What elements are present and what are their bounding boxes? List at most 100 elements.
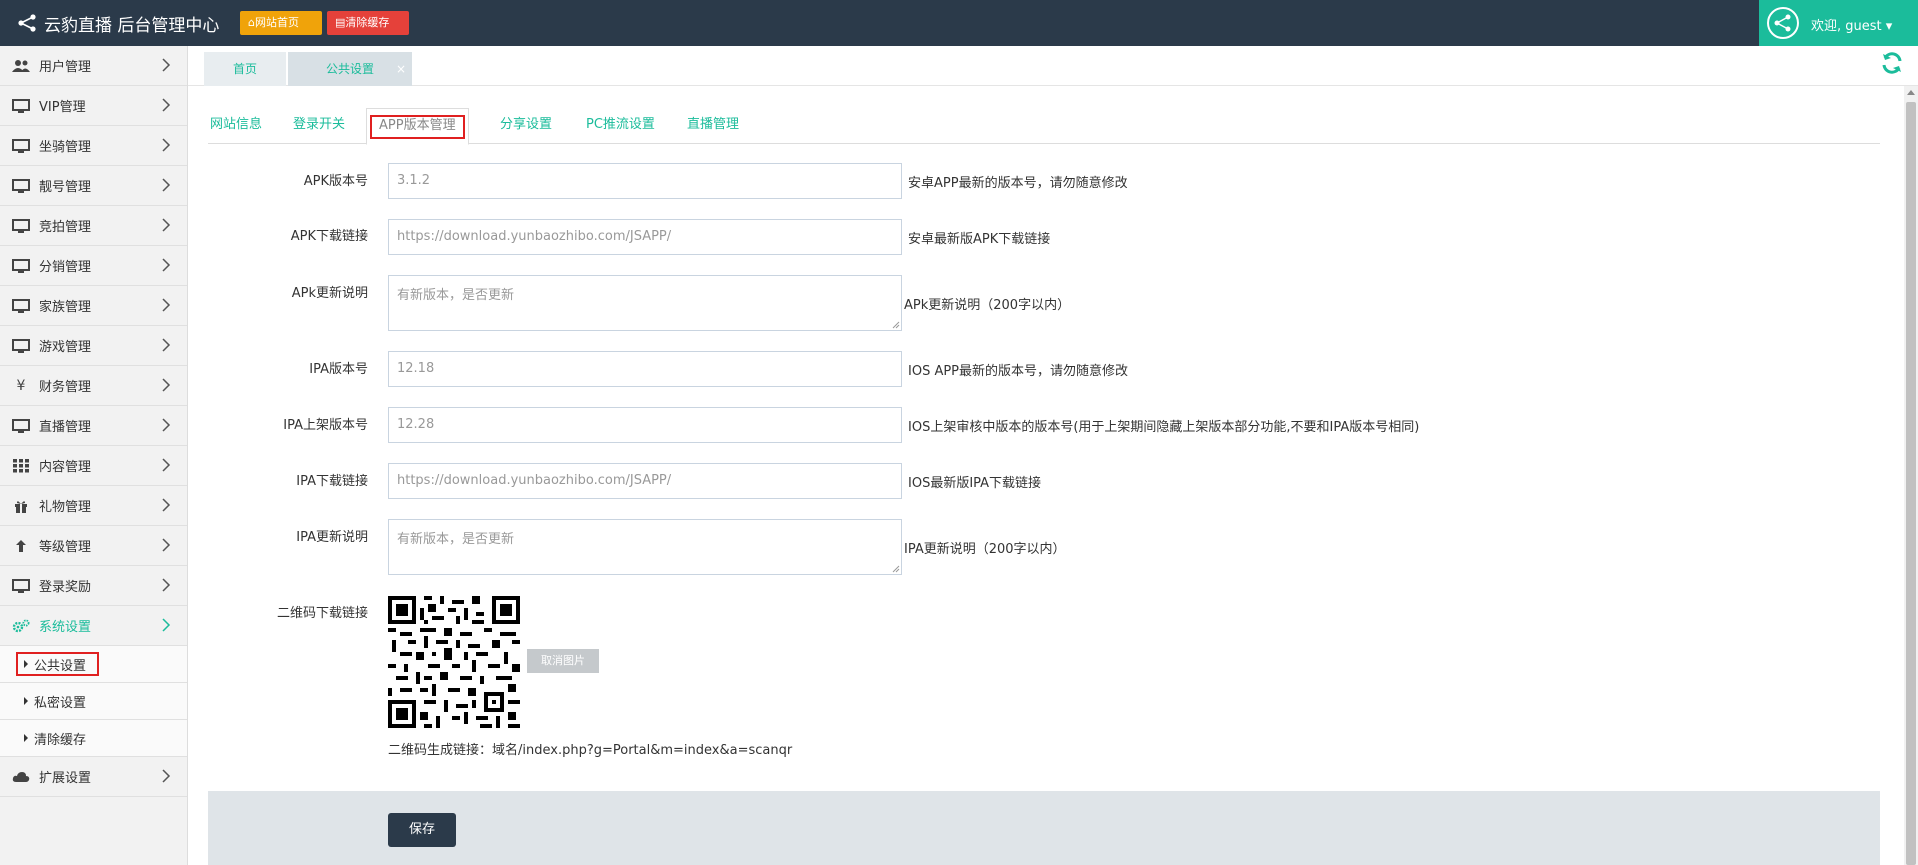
subtab-site-info[interactable]: 网站信息	[210, 108, 262, 144]
sidebar-item-label: 登录奖励	[39, 580, 92, 595]
monitor-icon	[11, 178, 31, 194]
ipa-version-input[interactable]: 12.18	[388, 351, 902, 387]
chevron-right-icon	[162, 258, 171, 272]
sidebar-item-system-settings[interactable]: 系统设置	[0, 606, 187, 646]
sidebar-item-finance[interactable]: ¥ 财务管理	[0, 366, 187, 406]
subtab-app-version[interactable]: APP版本管理	[366, 108, 469, 145]
chevron-right-icon	[162, 338, 171, 352]
ipa-download-hint: IOS最新版IPA下载链接	[908, 476, 1042, 491]
apk-version-label: APK版本号	[303, 174, 368, 189]
ipa-review-version-hint: IOS上架审核中版本的版本号(用于上架期间隐藏上架版本部分功能,不要和IPA版本…	[908, 420, 1420, 435]
sidebar-item-games[interactable]: 游戏管理	[0, 326, 187, 366]
sidebar-item-label: 靓号管理	[39, 180, 92, 195]
chevron-right-icon	[162, 578, 171, 592]
ipa-download-input[interactable]: https://download.yunbaozhibo.com/JSAPP/	[388, 463, 902, 499]
apk-notes-hint: APk更新说明（200字以内）	[904, 298, 1071, 313]
subtab-live-management[interactable]: 直播管理	[687, 108, 739, 144]
apk-notes-text: 有新版本，是否更新	[397, 288, 515, 303]
apk-notes-textarea[interactable]: 有新版本，是否更新	[388, 275, 902, 331]
sidebar: 用户管理 VIP管理 坐骑管理 靓号管理 竞拍管理 分销管理 家族管理 游戏管理…	[0, 46, 188, 865]
clear-cache-label: 清除缓存	[345, 16, 390, 29]
sidebar-item-label: 等级管理	[39, 540, 92, 555]
monitor-icon	[11, 98, 31, 114]
sidebar-subitem-public-settings[interactable]: 公共设置	[0, 646, 187, 683]
user-menu[interactable]: 欢迎, guest ▾	[1759, 0, 1918, 46]
monitor-icon	[11, 578, 31, 594]
chevron-right-icon	[162, 538, 171, 552]
app-title: 云豹直播 后台管理中心	[44, 15, 220, 36]
sidebar-item-login-rewards[interactable]: 登录奖励	[0, 566, 187, 606]
tab-home[interactable]: 首页	[204, 52, 286, 86]
chevron-right-icon	[162, 58, 171, 72]
sidebar-item-vanity-ids[interactable]: 靓号管理	[0, 166, 187, 206]
scroll-up-arrow-icon[interactable]	[1907, 90, 1915, 95]
tab-public-settings[interactable]: 公共设置 ×	[288, 52, 412, 86]
sidebar-item-live[interactable]: 直播管理	[0, 406, 187, 446]
sidebar-item-label: 竞拍管理	[39, 220, 92, 235]
ipa-notes-textarea[interactable]: 有新版本，是否更新	[388, 519, 902, 575]
form-actions-bar: 保存	[208, 791, 1880, 865]
ipa-download-label: IPA下载链接	[296, 474, 368, 489]
chevron-right-icon	[162, 418, 171, 432]
sidebar-item-levels[interactable]: 等级管理	[0, 526, 187, 566]
monitor-icon	[11, 218, 31, 234]
sidebar-item-label: 坐骑管理	[39, 140, 92, 155]
clear-cache-button[interactable]: ▤清除缓存	[327, 11, 409, 35]
refresh-icon[interactable]	[1880, 51, 1904, 75]
ipa-review-version-input[interactable]: 12.28	[388, 407, 902, 443]
ipa-version-label: IPA版本号	[309, 362, 368, 377]
settings-sub-tabs: 网站信息 登录开关 APP版本管理 分享设置 PC推流设置 直播管理	[208, 108, 1880, 145]
ipa-notes-label: IPA更新说明	[296, 530, 368, 545]
monitor-icon	[11, 418, 31, 434]
chevron-right-icon	[162, 458, 171, 472]
sidebar-item-vip[interactable]: VIP管理	[0, 86, 187, 126]
sidebar-item-label: 礼物管理	[39, 500, 92, 515]
sidebar-item-users[interactable]: 用户管理	[0, 46, 187, 86]
sidebar-item-auctions[interactable]: 竞拍管理	[0, 206, 187, 246]
sidebar-item-gifts[interactable]: 礼物管理	[0, 486, 187, 526]
sidebar-item-extension-settings[interactable]: 扩展设置	[0, 757, 187, 797]
sidebar-item-content[interactable]: 内容管理	[0, 446, 187, 486]
sidebar-subitem-private-settings[interactable]: 私密设置	[0, 683, 187, 720]
resize-grip-icon[interactable]	[892, 565, 900, 573]
sidebar-subitem-clear-cache[interactable]: 清除缓存	[0, 720, 187, 757]
monitor-icon	[11, 138, 31, 154]
close-icon[interactable]: ×	[396, 52, 406, 86]
cancel-image-button[interactable]: 取消图片	[527, 649, 599, 673]
subtab-share-settings[interactable]: 分享设置	[500, 108, 552, 144]
scrollbar-thumb[interactable]	[1906, 102, 1916, 865]
website-home-button[interactable]: ⌂网站首页	[240, 11, 322, 35]
sidebar-item-label: 内容管理	[39, 460, 92, 475]
apk-notes-label: APk更新说明	[291, 286, 368, 301]
top-header: 云豹直播 后台管理中心 ⌂网站首页 ▤清除缓存 欢迎, guest ▾	[0, 0, 1918, 46]
vertical-scrollbar[interactable]	[1904, 86, 1918, 865]
caret-right-icon	[24, 697, 28, 705]
avatar-icon	[1767, 7, 1799, 39]
sidebar-item-label: 直播管理	[39, 420, 92, 435]
level-up-icon	[11, 538, 31, 554]
chevron-right-icon	[162, 618, 171, 632]
apk-version-hint: 安卓APP最新的版本号，请勿随意修改	[908, 176, 1128, 191]
cogs-icon	[11, 618, 31, 634]
sidebar-item-families[interactable]: 家族管理	[0, 286, 187, 326]
qr-label: 二维码下载链接	[276, 606, 368, 621]
sidebar-item-label: 财务管理	[39, 380, 92, 395]
qr-code-image	[388, 596, 520, 728]
app-logo: 云豹直播 后台管理中心	[16, 10, 219, 36]
highlight-box	[16, 652, 99, 676]
sidebar-item-mounts[interactable]: 坐骑管理	[0, 126, 187, 166]
sidebar-item-distribution[interactable]: 分销管理	[0, 246, 187, 286]
monitor-icon	[11, 338, 31, 354]
sidebar-subitem-label: 清除缓存	[34, 732, 87, 748]
apk-download-input[interactable]: https://download.yunbaozhibo.com/JSAPP/	[388, 219, 902, 255]
ipa-review-version-label: IPA上架版本号	[283, 418, 368, 433]
chevron-right-icon	[162, 378, 171, 392]
save-button[interactable]: 保存	[388, 813, 456, 847]
tab-label: 公共设置	[325, 62, 374, 76]
chevron-right-icon	[162, 218, 171, 232]
subtab-login-switch[interactable]: 登录开关	[293, 108, 345, 144]
monitor-icon	[11, 298, 31, 314]
resize-grip-icon[interactable]	[892, 321, 900, 329]
apk-version-input[interactable]: 3.1.2	[388, 163, 902, 199]
subtab-pc-stream[interactable]: PC推流设置	[586, 108, 655, 144]
